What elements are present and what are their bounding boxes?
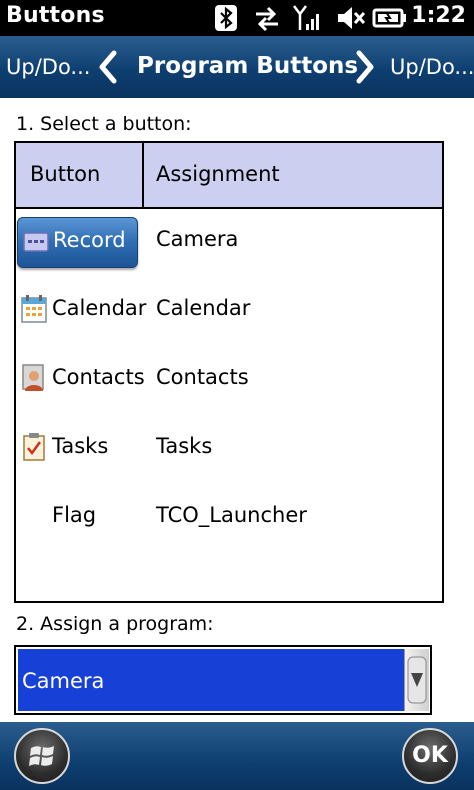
table-header: Button Assignment	[16, 143, 442, 209]
status-bar: Buttons 1:22	[0, 0, 474, 36]
chevron-down-icon	[407, 656, 427, 704]
ok-button-label: OK	[412, 743, 448, 768]
row-button-label: Contacts	[52, 365, 145, 389]
dropdown-arrow-button[interactable]	[404, 649, 429, 711]
table-row[interactable]: Calendar Calendar	[16, 278, 442, 347]
contacts-icon	[22, 364, 44, 391]
column-header-button[interactable]: Button	[30, 162, 100, 186]
row-assignment: Contacts	[156, 365, 249, 389]
step1-label: 1. Select a button:	[16, 113, 192, 135]
row-assignment: Camera	[156, 227, 239, 251]
clock: 1:22	[411, 3, 466, 28]
row-button-label: Tasks	[52, 434, 109, 458]
calendar-icon	[21, 295, 47, 323]
row-assignment: Tasks	[156, 434, 213, 458]
button-assignment-table: Button Assignment Record Camera Calendar	[14, 141, 444, 603]
data-sync-icon	[256, 6, 278, 32]
app-title: Buttons	[6, 3, 105, 28]
row-button-label: Calendar	[52, 296, 147, 320]
tab-prev[interactable]: Up/Do...	[6, 55, 90, 79]
row-button-label: Flag	[52, 503, 97, 527]
bottom-bar: OK	[0, 722, 474, 790]
ok-button[interactable]: OK	[402, 728, 458, 784]
windows-start-icon	[29, 746, 54, 766]
table-row[interactable]: Tasks Tasks	[16, 416, 442, 485]
tab-next[interactable]: Up/Do...	[390, 55, 474, 79]
row-assignment: Calendar	[156, 296, 251, 320]
record-button-selected[interactable]: Record	[17, 217, 138, 268]
battery-icon	[372, 8, 406, 28]
table-row[interactable]: Record Camera	[16, 209, 442, 278]
bluetooth-icon	[215, 5, 237, 31]
column-divider	[142, 143, 144, 207]
volume-muted-icon	[338, 7, 366, 29]
row-assignment: TCO_Launcher	[156, 503, 307, 527]
signal-icon	[293, 5, 319, 30]
program-select-value-area[interactable]: Camera	[18, 649, 404, 711]
start-button[interactable]	[14, 728, 70, 784]
tasks-icon	[23, 433, 45, 461]
column-header-assignment[interactable]: Assignment	[156, 162, 280, 186]
tab-bar: Up/Do... Program Buttons Up/Do...	[0, 36, 474, 98]
chevron-left-icon[interactable]	[97, 50, 119, 84]
step2-label: 2. Assign a program:	[16, 613, 214, 635]
row-button-label: Record	[53, 228, 126, 252]
program-select[interactable]: Camera	[14, 645, 432, 715]
table-row[interactable]: Flag TCO_Launcher	[16, 485, 442, 554]
program-select-value: Camera	[22, 669, 105, 693]
tab-program-buttons[interactable]: Program Buttons	[137, 53, 358, 79]
record-icon	[23, 232, 49, 252]
chevron-right-icon[interactable]	[354, 50, 376, 84]
table-row[interactable]: Contacts Contacts	[16, 347, 442, 416]
